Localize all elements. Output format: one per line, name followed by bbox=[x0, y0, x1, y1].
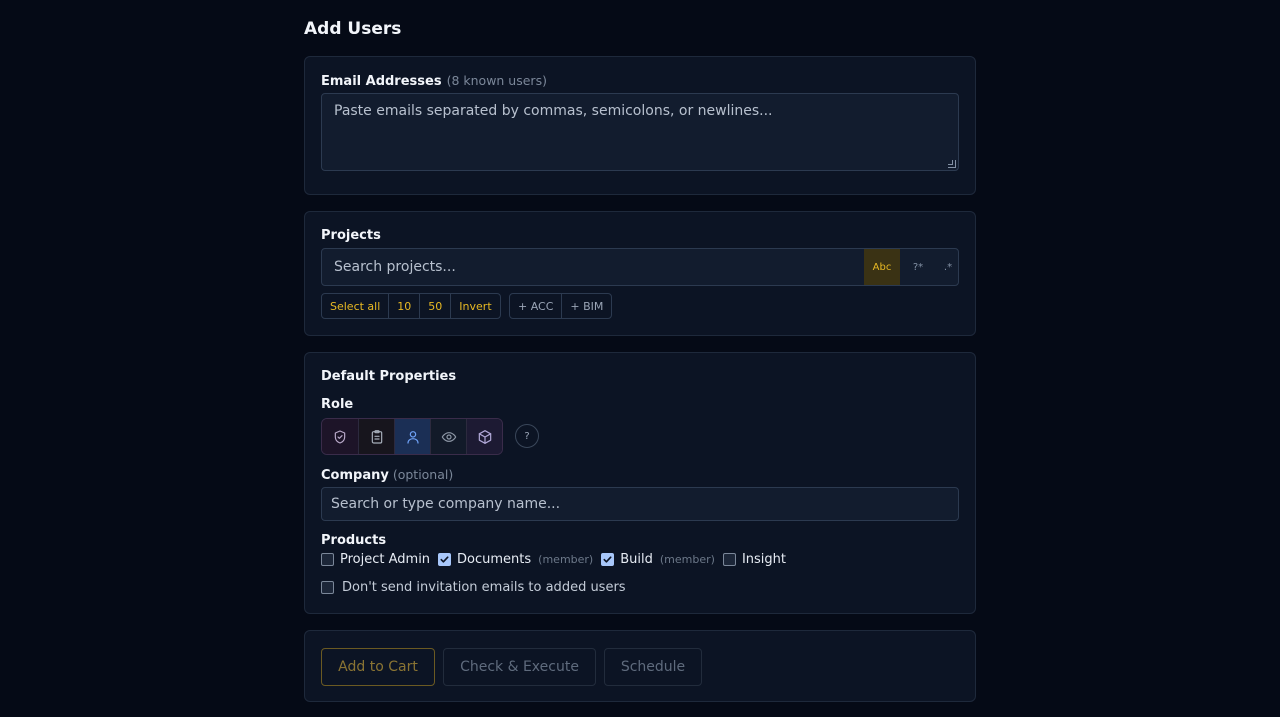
no-invitation-option[interactable]: Don't send invitation emails to added us… bbox=[321, 580, 626, 595]
products-list: Project Admin Documents (member) Build (… bbox=[321, 552, 794, 567]
role-label: Role bbox=[321, 397, 354, 412]
product-build[interactable]: Build (member) bbox=[601, 552, 715, 567]
role-help-button[interactable]: ? bbox=[515, 424, 539, 448]
actions-card: Add to Cart Check & Execute Schedule bbox=[304, 630, 976, 702]
company-label: Company bbox=[321, 468, 389, 483]
email-textarea[interactable]: Paste emails separated by commas, semico… bbox=[321, 93, 959, 171]
product-insight[interactable]: Insight bbox=[722, 552, 786, 567]
role-shield-check-icon[interactable] bbox=[322, 419, 358, 454]
add-bim-button[interactable]: + BIM bbox=[561, 294, 611, 318]
email-card: Email Addresses (8 known users) Paste ema… bbox=[304, 56, 976, 195]
schedule-button[interactable]: Schedule bbox=[604, 648, 702, 686]
build-checkbox[interactable] bbox=[601, 553, 615, 566]
product-label: Project Admin bbox=[340, 552, 431, 567]
checkmark-icon bbox=[603, 556, 612, 563]
add-acc-button[interactable]: + ACC bbox=[510, 294, 561, 318]
product-access-level: (member) bbox=[538, 553, 594, 566]
product-label: Build bbox=[620, 552, 653, 567]
regex-toggle[interactable]: .* bbox=[930, 249, 958, 285]
company-label-row: Company (optional) bbox=[321, 467, 453, 483]
invert-button[interactable]: Invert bbox=[450, 294, 499, 318]
page-title: Add Users bbox=[304, 19, 402, 39]
match-case-toggle[interactable]: Abc bbox=[864, 249, 900, 285]
email-label-row: Email Addresses (8 known users) bbox=[321, 73, 547, 89]
company-input[interactable]: Search or type company name... bbox=[321, 487, 959, 521]
selection-buttons: Select all 10 50 Invert bbox=[321, 293, 501, 319]
project-search-placeholder: Search projects... bbox=[334, 259, 456, 275]
add-to-cart-button[interactable]: Add to Cart bbox=[321, 648, 435, 686]
add-source-buttons: + ACC + BIM bbox=[509, 293, 613, 319]
checkmark-icon bbox=[440, 556, 449, 563]
default-properties-card: Default Properties Role ? Company (option… bbox=[304, 352, 976, 614]
role-user-icon[interactable] bbox=[394, 419, 430, 454]
role-clipboard-icon[interactable] bbox=[358, 419, 394, 454]
documents-checkbox[interactable] bbox=[438, 553, 452, 566]
select-10-button[interactable]: 10 bbox=[388, 294, 419, 318]
products-label: Products bbox=[321, 533, 387, 548]
email-placeholder: Paste emails separated by commas, semico… bbox=[334, 103, 773, 119]
projects-card: Projects Search projects... Abc ?* .* Se… bbox=[304, 211, 976, 336]
select-all-button[interactable]: Select all bbox=[322, 294, 388, 318]
role-eye-icon[interactable] bbox=[430, 419, 466, 454]
select-50-button[interactable]: 50 bbox=[419, 294, 450, 318]
projects-label: Projects bbox=[321, 228, 381, 243]
company-optional-hint: (optional) bbox=[392, 467, 454, 482]
default-properties-title: Default Properties bbox=[321, 369, 457, 384]
role-cube-icon[interactable] bbox=[466, 419, 502, 454]
company-placeholder: Search or type company name... bbox=[331, 496, 561, 512]
project-admin-checkbox[interactable] bbox=[321, 553, 334, 566]
check-execute-button[interactable]: Check & Execute bbox=[443, 648, 596, 686]
role-selector bbox=[321, 418, 503, 455]
product-access-level: (member) bbox=[659, 553, 715, 566]
product-documents[interactable]: Documents (member) bbox=[438, 552, 593, 567]
no-invitation-checkbox[interactable] bbox=[321, 581, 334, 594]
email-label: Email Addresses bbox=[321, 74, 442, 89]
resize-grip-icon[interactable] bbox=[948, 160, 956, 168]
project-search[interactable]: Search projects... Abc ?* .* bbox=[321, 248, 959, 286]
known-users-hint: (8 known users) bbox=[446, 73, 547, 88]
product-label: Documents bbox=[457, 552, 532, 567]
product-label: Insight bbox=[741, 552, 786, 567]
product-project-admin[interactable]: Project Admin bbox=[321, 552, 430, 567]
insight-checkbox[interactable] bbox=[722, 553, 736, 566]
no-invitation-label: Don't send invitation emails to added us… bbox=[342, 580, 626, 595]
